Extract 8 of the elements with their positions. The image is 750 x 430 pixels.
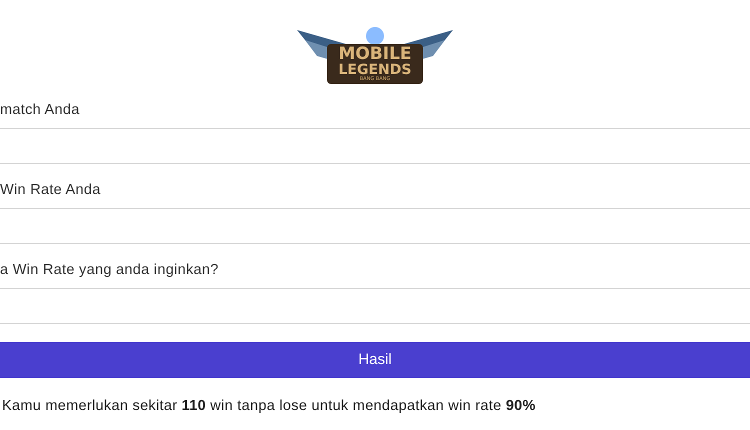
input-field[interactable] xyxy=(0,208,750,244)
field-label: Win Rate Anda xyxy=(0,181,101,200)
input-field[interactable] xyxy=(0,288,750,324)
input-field[interactable] xyxy=(0,128,750,164)
result-button[interactable]: Hasil xyxy=(0,342,750,378)
field-label: match Anda xyxy=(0,101,80,120)
result-text: Kamu memerlukan sekitar 110 win tanpa lose untuk mendapatkan win rate 90% xyxy=(2,398,536,414)
field-label: a Win Rate yang anda inginkan? xyxy=(0,261,219,280)
